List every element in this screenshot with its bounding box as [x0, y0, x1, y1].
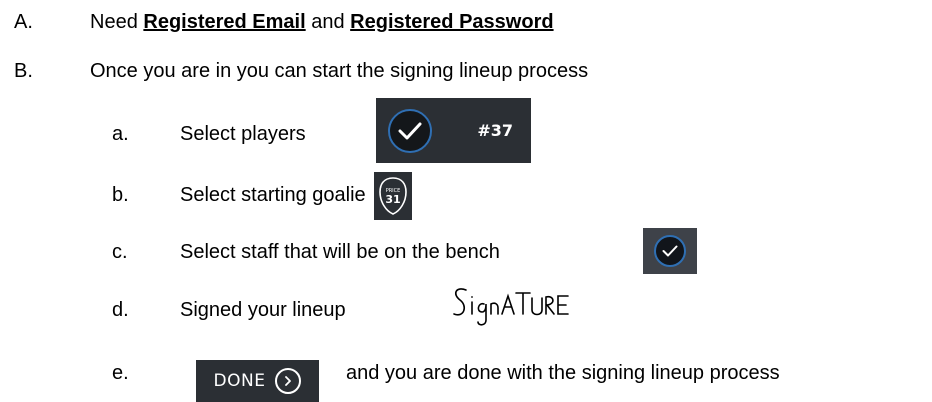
subitem-marker-c: c.	[112, 241, 128, 263]
subitem-marker-d: d.	[112, 299, 129, 321]
subitem-e-text: and you are done with the signing lineup…	[346, 362, 780, 384]
check-circle-icon[interactable]	[388, 108, 432, 153]
chevron-right-circle-icon	[275, 368, 302, 394]
handwritten-signature	[453, 288, 569, 326]
item-marker-a: A.	[14, 11, 33, 33]
item-a-middle: and	[305, 11, 351, 33]
subitem-b-text: Select starting goalie	[180, 184, 366, 206]
item-b-text: Once you are in you can start the signin…	[90, 60, 589, 82]
subitem-a-text: Select players	[180, 123, 306, 145]
goalie-mask-icon[interactable]: PRICE 31	[378, 176, 408, 216]
item-marker-b: B.	[14, 60, 33, 82]
item-a-text: Need Registered Email and Registered Pas…	[90, 10, 554, 34]
goalie-number: 31	[385, 193, 400, 206]
done-button-label: DONE	[213, 371, 266, 391]
done-button[interactable]: DONE	[196, 360, 319, 402]
registered-password-label: Registered Password	[350, 11, 554, 33]
staff-select-chip[interactable]	[643, 228, 697, 274]
goalie-select-chip[interactable]: PRICE 31	[374, 172, 412, 220]
subitem-marker-b: b.	[112, 184, 129, 206]
player-select-chip[interactable]: #37	[376, 98, 531, 163]
subitem-c-text: Select staff that will be on the bench	[180, 241, 500, 263]
registered-email-label: Registered Email	[143, 11, 306, 33]
subitem-marker-a: a.	[112, 123, 129, 145]
subitem-marker-e: e.	[112, 362, 129, 384]
item-a-prefix: Need	[90, 11, 144, 33]
check-circle-icon[interactable]	[654, 235, 686, 267]
subitem-d-text: Signed your lineup	[180, 299, 346, 321]
player-number: #37	[477, 121, 513, 140]
